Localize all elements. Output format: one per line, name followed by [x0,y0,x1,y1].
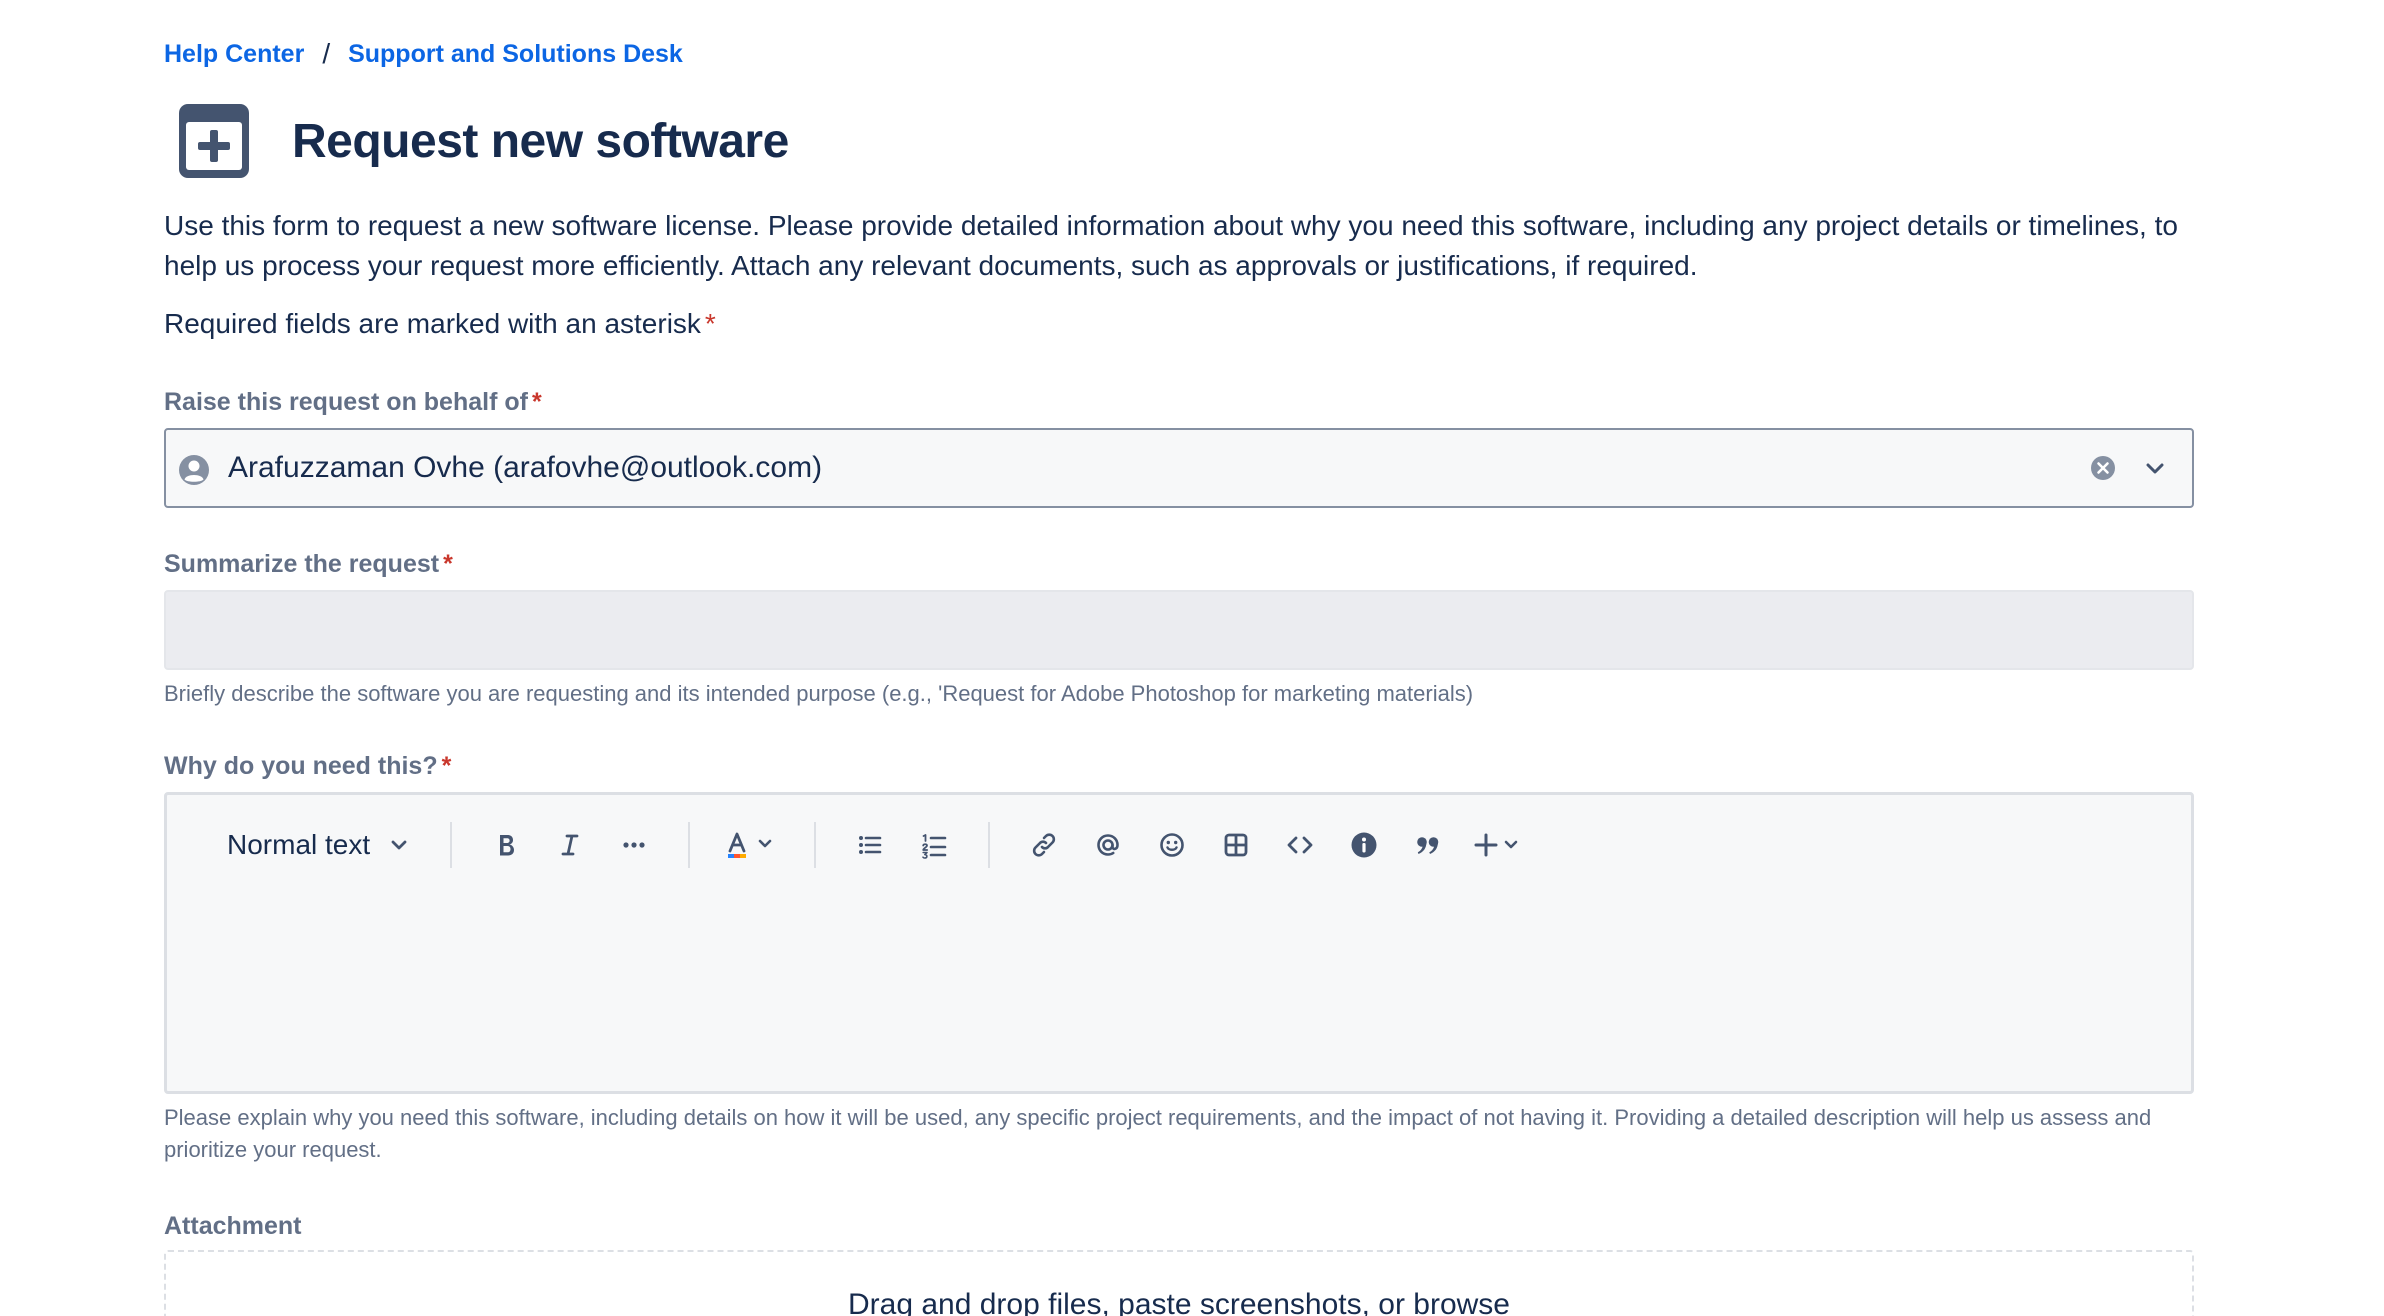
text-color-icon [728,832,772,858]
chevron-down-icon[interactable] [2142,455,2168,481]
required-asterisk: * [704,308,716,339]
editor-text-area[interactable] [187,891,2171,1077]
request-form-plus-icon [179,104,249,178]
attachment-dropzone[interactable]: Drag and drop files, paste screenshots, … [164,1250,2194,1316]
request-form-page: Help Center / Support and Solutions Desk… [0,0,2384,1316]
table-icon [1224,833,1248,857]
text-style-label: Normal text [227,829,371,860]
more-formatting-button[interactable] [612,823,656,867]
editor-toolbar: Normal text [167,815,1540,875]
required-note-text: Required fields are marked with an aster… [164,308,701,339]
summary-label-text: Summarize the request [164,550,440,578]
why-label-text: Why do you need this? [164,752,438,780]
toolbar-divider [814,822,817,868]
italic-button[interactable] [548,823,592,867]
emoji-icon [1160,833,1184,857]
breadcrumb: Help Center / Support and Solutions Desk [164,38,683,70]
chevron-down-icon [391,840,407,850]
clear-selection-icon[interactable] [2090,455,2116,481]
breadcrumb-help-center-link[interactable]: Help Center [164,40,304,69]
emoji-button[interactable] [1150,823,1194,867]
text-color-button[interactable] [722,823,782,867]
behalf-of-label-text: Raise this request on behalf of [164,388,528,416]
summary-input[interactable] [164,590,2194,670]
mention-icon [1097,834,1119,856]
link-icon [1033,833,1056,857]
summary-label: Summarize the request * [164,550,453,579]
toolbar-divider [988,822,991,868]
required-asterisk: * [441,752,452,780]
quote-icon [1417,837,1439,854]
required-asterisk: * [443,550,453,578]
italic-icon [561,834,579,856]
page-header: Request new software [164,100,789,182]
rich-text-editor: Normal text [164,792,2194,1094]
quote-button[interactable] [1406,823,1450,867]
bold-button[interactable] [484,823,528,867]
code-icon [1287,836,1313,854]
attachment-label: Attachment [164,1212,302,1240]
page-title: Request new software [292,114,789,168]
toolbar-divider [688,822,691,868]
user-avatar-icon [179,455,209,485]
behalf-of-value: Arafuzzaman Ovhe (arafovhe@outlook.com) [228,451,823,484]
link-button[interactable] [1022,823,1066,867]
behalf-of-select[interactable]: Arafuzzaman Ovhe (arafovhe@outlook.com) [164,428,2194,508]
bullet-list-icon [859,836,882,854]
required-fields-note: Required fields are marked with an aster… [164,304,716,344]
why-helper-text: Please explain why you need this softwar… [164,1105,2152,1162]
insert-menu-button[interactable] [1470,823,1530,867]
behalf-of-label: Raise this request on behalf of * [164,388,542,417]
code-snippet-button[interactable] [1278,823,1322,867]
breadcrumb-desk-link[interactable]: Support and Solutions Desk [348,40,683,69]
numbered-list-button[interactable] [912,823,956,867]
summary-helper-text: Briefly describe the software you are re… [164,681,1474,706]
plus-dropdown-icon [1474,833,1518,857]
bold-icon [500,835,515,856]
info-panel-button[interactable] [1342,823,1386,867]
numbered-list-icon [922,834,947,859]
breadcrumb-separator: / [322,38,331,69]
table-button[interactable] [1214,823,1258,867]
more-options-icon [623,842,645,848]
bullet-list-button[interactable] [848,823,892,867]
required-asterisk: * [531,388,542,416]
form-description: Use this form to request a new software … [164,210,2178,281]
toolbar-divider [450,822,453,868]
dropzone-text: Drag and drop files, paste screenshots, … [847,1288,1510,1316]
why-label: Why do you need this? * [164,752,451,781]
text-style-dropdown[interactable]: Normal text [227,829,410,861]
info-icon [1351,832,1377,858]
mention-button[interactable] [1086,823,1130,867]
